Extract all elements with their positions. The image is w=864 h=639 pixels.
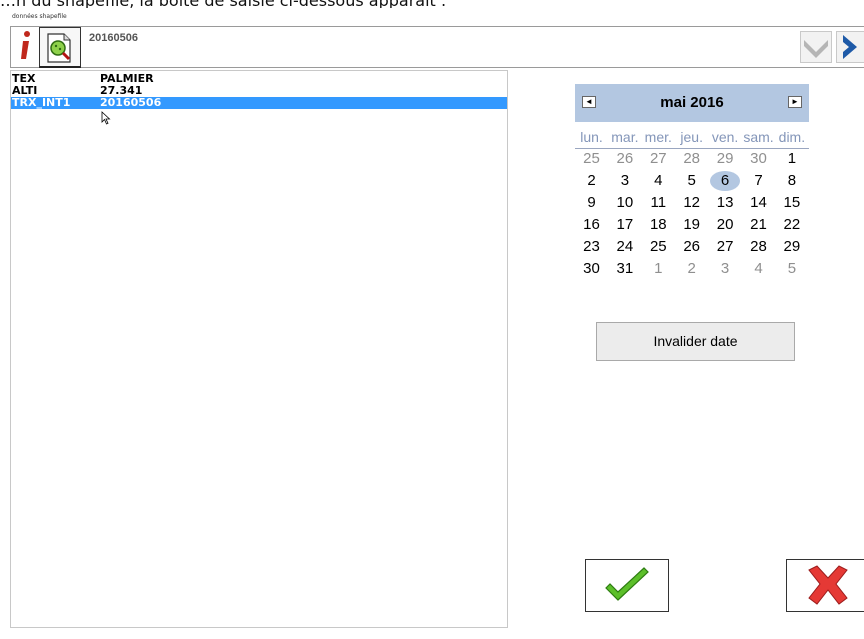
- calendar-weekday: dim.: [778, 129, 806, 145]
- calendar-day[interactable]: 25: [575, 150, 608, 167]
- calendar-day[interactable]: 5: [775, 260, 808, 277]
- caption-text: …n du shapefile, la boîte de saisie ci-d…: [0, 0, 864, 8]
- calendar-week-row: 30 31 1 2 3 4 5: [575, 260, 809, 282]
- calendar-day[interactable]: 10: [608, 194, 641, 211]
- calendar-day[interactable]: 28: [742, 238, 775, 255]
- calendar-week-row: 23 24 25 26 27 28 29: [575, 238, 809, 260]
- calendar-day[interactable]: 1: [775, 150, 808, 167]
- calendar-week-row: 16 17 18 19 20 21 22: [575, 216, 809, 238]
- date-calendar[interactable]: ◄ mai 2016 ► lun. mar. mer. jeu. ven. sam. dim…: [575, 84, 809, 284]
- chevron-down-icon: [804, 40, 828, 58]
- calendar-next-month[interactable]: ►: [788, 96, 802, 108]
- calendar-day[interactable]: 27: [642, 150, 675, 167]
- calendar-weekday: mar.: [611, 129, 639, 145]
- calendar-day[interactable]: 24: [608, 238, 641, 255]
- calendar-day[interactable]: 3: [608, 172, 641, 189]
- calendar-day[interactable]: 19: [675, 216, 708, 233]
- list-item[interactable]: TEX PALMIER: [11, 73, 507, 85]
- calendar-day[interactable]: 5: [675, 172, 708, 189]
- calendar-day[interactable]: 4: [642, 172, 675, 189]
- calendar-weekday-row: lun. mar. mer. jeu. ven. sam. dim.: [575, 129, 809, 149]
- invalidate-date-button[interactable]: Invalider date: [596, 322, 795, 361]
- calendar-day[interactable]: 3: [709, 260, 742, 277]
- calendar-day[interactable]: 20: [709, 216, 742, 233]
- attribute-key: TRX_INT1: [12, 96, 71, 109]
- calendar-day[interactable]: 14: [742, 194, 775, 211]
- attribute-list[interactable]: TEX PALMIER ALTI 27.341 TRX_INT1 2016050…: [10, 70, 508, 628]
- calendar-day[interactable]: 2: [575, 172, 608, 189]
- calendar-weekday: jeu.: [680, 129, 703, 145]
- nav-down-button[interactable]: [800, 31, 832, 63]
- calendar-day[interactable]: 27: [709, 238, 742, 255]
- calendar-day[interactable]: 30: [575, 260, 608, 277]
- calendar-day[interactable]: 7: [742, 172, 775, 189]
- calendar-day[interactable]: 17: [608, 216, 641, 233]
- calendar-month-title: mai 2016: [660, 94, 724, 111]
- calendar-day[interactable]: 8: [775, 172, 808, 189]
- calendar-day[interactable]: 23: [575, 238, 608, 255]
- calendar-day[interactable]: 16: [575, 216, 608, 233]
- calendar-day-selected[interactable]: 6: [710, 171, 741, 191]
- list-item[interactable]: ALTI 27.341: [11, 85, 507, 97]
- close-icon: [808, 565, 848, 605]
- window-title: données shapefile: [12, 13, 67, 20]
- calendar-day[interactable]: 2: [675, 260, 708, 277]
- calendar-day[interactable]: 29: [775, 238, 808, 255]
- nav-next-button[interactable]: [836, 31, 864, 63]
- calendar-day[interactable]: 21: [742, 216, 775, 233]
- calendar-day[interactable]: 4: [742, 260, 775, 277]
- calendar-weekday: lun.: [580, 129, 603, 145]
- calendar-day[interactable]: 22: [775, 216, 808, 233]
- calendar-day[interactable]: 1: [642, 260, 675, 277]
- ok-button[interactable]: [585, 559, 669, 612]
- check-icon: [605, 567, 649, 601]
- calendar-day[interactable]: 25: [642, 238, 675, 255]
- calendar-day[interactable]: 13: [709, 194, 742, 211]
- calendar-day[interactable]: 28: [675, 150, 708, 167]
- calendar-day[interactable]: 26: [608, 150, 641, 167]
- calendar-day[interactable]: 9: [575, 194, 608, 211]
- attribute-value: 20160506: [100, 96, 162, 109]
- current-value: 20160506: [89, 32, 138, 44]
- calendar-header: ◄ mai 2016 ►: [575, 84, 809, 122]
- calendar-day[interactable]: 30: [742, 150, 775, 167]
- mouse-cursor-icon: [101, 111, 111, 125]
- toolbar: 20160506: [10, 26, 864, 68]
- calendar-weekday: ven.: [711, 129, 739, 145]
- calendar-weekday: mer.: [644, 129, 672, 145]
- calendar-day[interactable]: 12: [675, 194, 708, 211]
- calendar-week-row: 2345678: [575, 171, 809, 194]
- calendar-week-row: 25 26 27 28 29 30 1: [575, 150, 809, 172]
- calendar-weekday: sam.: [743, 129, 774, 145]
- calendar-day[interactable]: 29: [709, 150, 742, 167]
- calendar-day[interactable]: 31: [608, 260, 641, 277]
- info-icon[interactable]: [14, 29, 36, 63]
- calendar-day[interactable]: 26: [675, 238, 708, 255]
- shapefile-lookup-button[interactable]: [39, 27, 81, 68]
- calendar-day[interactable]: 18: [642, 216, 675, 233]
- list-item-selected[interactable]: TRX_INT1 20160506: [11, 97, 507, 109]
- map-search-icon: [47, 33, 71, 63]
- cancel-button[interactable]: [786, 559, 864, 612]
- calendar-day[interactable]: 11: [642, 194, 675, 211]
- chevron-right-icon: [843, 35, 857, 59]
- calendar-week-row: 9 10 11 12 13 14 15: [575, 194, 809, 216]
- calendar-day[interactable]: 15: [775, 194, 808, 211]
